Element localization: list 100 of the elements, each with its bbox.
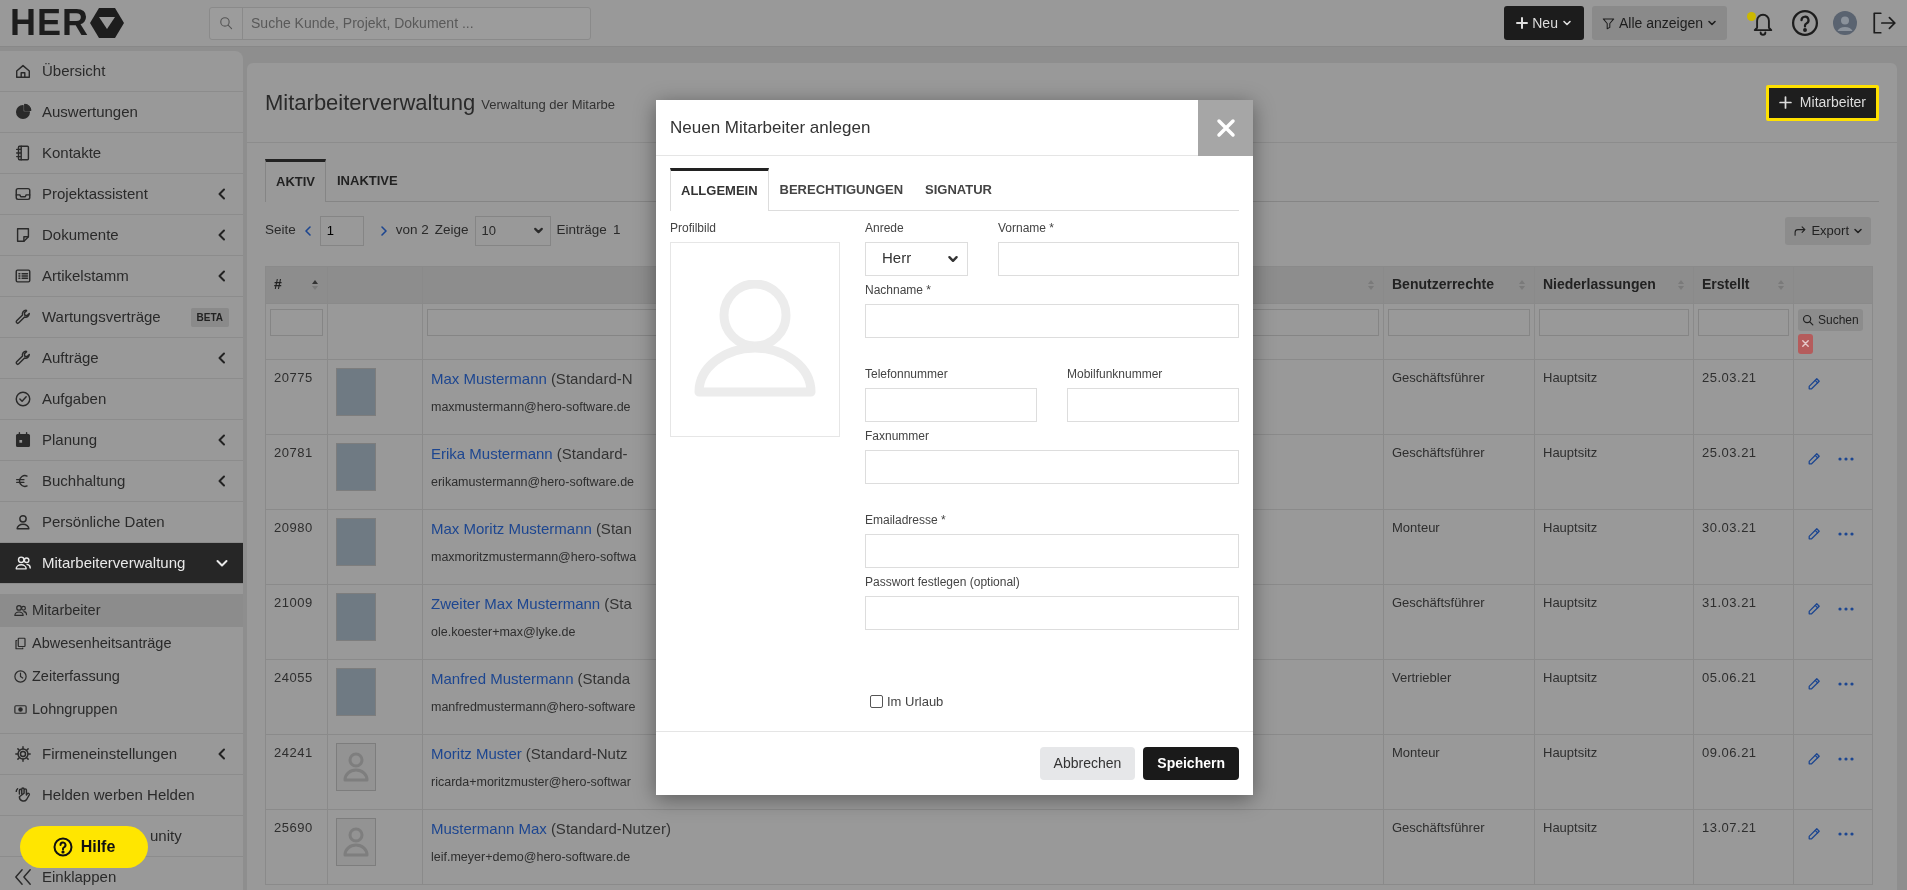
person-icon xyxy=(14,513,32,531)
input-field[interactable] xyxy=(865,303,1239,338)
beta-badge: BETA xyxy=(190,307,229,327)
more-icon[interactable] xyxy=(1838,456,1854,461)
employee-name-link[interactable]: Manfred Mustermann xyxy=(431,667,574,690)
input-field[interactable] xyxy=(865,449,1239,484)
sidebar-item[interactable]: Projektassistent xyxy=(14,185,148,203)
pencil-icon[interactable] xyxy=(1806,675,1822,692)
search-button[interactable]: Suchen xyxy=(1798,308,1863,331)
caret-icon xyxy=(1707,18,1717,28)
field-label: Telefonnummer xyxy=(865,365,949,383)
photo-placeholder xyxy=(336,592,376,641)
sidebar-item[interactable]: Aufgaben xyxy=(14,390,107,408)
pencil-icon[interactable] xyxy=(1806,450,1822,467)
submenu-item[interactable]: Lohngruppen xyxy=(0,693,243,726)
sidebar-item[interactable]: Auswertungen xyxy=(14,103,138,121)
column-header: # xyxy=(274,275,282,294)
cancel-button[interactable]: Abbrechen xyxy=(1039,747,1136,780)
employee-name-link[interactable]: Max Moritz Mustermann xyxy=(431,517,592,540)
banknote-icon xyxy=(13,702,28,717)
sidebar-item[interactable]: Wartungsverträge xyxy=(14,308,161,326)
table-cell: Hauptsitz xyxy=(1534,809,1694,884)
pencil-icon[interactable] xyxy=(1806,600,1822,617)
employee-name-link[interactable]: Zweiter Max Mustermann xyxy=(431,592,601,615)
table-cell: Geschäftsführer xyxy=(1383,584,1535,659)
avatar-icon[interactable] xyxy=(1833,11,1857,35)
tab[interactable]: AKTIV xyxy=(265,159,326,202)
salutation-select[interactable]: Herr xyxy=(865,241,968,276)
sidebar-item[interactable]: Persönliche Daten xyxy=(14,513,165,531)
help-button[interactable]: Hilfe xyxy=(20,826,148,868)
table-cell: Geschäftsführer xyxy=(1383,359,1535,434)
tab[interactable]: BERECHTIGUNGEN xyxy=(768,168,915,210)
sidebar-item[interactable]: Dokumente xyxy=(14,226,119,244)
export-button[interactable]: Export xyxy=(1785,216,1871,245)
page-size-select[interactable]: 10 xyxy=(474,215,551,246)
pencil-icon[interactable] xyxy=(1806,750,1822,767)
submenu-item[interactable]: Abwesenheitsanträge xyxy=(0,627,243,660)
people-icon xyxy=(13,603,28,618)
table-cell: 31.03.21 xyxy=(1693,584,1794,659)
submenu-item[interactable]: Mitarbeiter xyxy=(0,594,243,627)
more-icon[interactable] xyxy=(1838,531,1854,536)
vacation-checkbox[interactable]: Im Urlaub xyxy=(870,691,944,711)
sidebar-item[interactable]: Planung xyxy=(14,431,98,449)
employee-name-link[interactable]: Erika Mustermann xyxy=(431,442,553,465)
sidebar-item[interactable]: Einklappen xyxy=(14,868,117,886)
column-header: Benutzerrechte xyxy=(1392,275,1494,294)
role-text: (Standard-N xyxy=(550,368,633,389)
input-field[interactable] xyxy=(865,533,1239,568)
search-bar[interactable]: Suche Kunde, Projekt, Dokument ... xyxy=(209,6,591,40)
employee-name-link[interactable]: Max Mustermann xyxy=(431,367,547,390)
pie-chart-icon xyxy=(14,103,32,121)
pencil-icon[interactable] xyxy=(1806,825,1822,842)
more-icon[interactable] xyxy=(1838,756,1854,761)
table-cell: 13.07.21 xyxy=(1693,809,1794,884)
sidebar-item[interactable]: Aufträge xyxy=(14,349,99,367)
tab[interactable]: SIGNATUR xyxy=(914,168,1003,210)
more-icon[interactable] xyxy=(1838,681,1854,686)
input-field[interactable] xyxy=(998,241,1239,276)
table-cell: Hauptsitz xyxy=(1534,584,1694,659)
save-button[interactable]: Speichern xyxy=(1143,747,1239,780)
table-cell: 21009 xyxy=(265,584,328,659)
tab[interactable]: ALLGEMEIN xyxy=(670,168,769,211)
sidebar-item[interactable]: Kontakte xyxy=(14,144,102,162)
sidebar-item[interactable]: Firmeneinstellungen xyxy=(14,745,178,763)
submenu-item[interactable]: Zeiterfassung xyxy=(0,660,243,693)
input-field[interactable] xyxy=(865,387,1037,422)
role-text: (Standard- xyxy=(556,443,628,464)
search-field[interactable]: Suche Kunde, Projekt, Dokument ... xyxy=(243,12,590,34)
sidebar-item[interactable]: Artikelstamm xyxy=(14,267,129,285)
more-icon[interactable] xyxy=(1838,606,1854,611)
sidebar-item[interactable]: Helden werben Helden xyxy=(14,786,195,804)
people-icon xyxy=(14,554,32,572)
logo-text: HER xyxy=(10,5,89,41)
close-button[interactable] xyxy=(1198,99,1253,156)
add-employee-button[interactable]: Mitarbeiter xyxy=(1765,84,1879,121)
page-field[interactable]: 1 xyxy=(319,215,364,246)
clear-filter-button[interactable] xyxy=(1798,333,1813,354)
help-icon[interactable] xyxy=(1791,9,1819,37)
more-icon[interactable] xyxy=(1838,831,1854,836)
table-cell: 20775 xyxy=(265,359,328,434)
table-cell: Hauptsitz xyxy=(1534,359,1694,434)
employee-name-link[interactable]: Mustermann Max xyxy=(431,817,547,840)
logout-icon[interactable] xyxy=(1871,11,1897,35)
sidebar-item[interactable]: unity xyxy=(150,827,182,845)
tab[interactable]: INAKTIVE xyxy=(326,159,409,201)
entries-count: 1 xyxy=(612,221,621,240)
pencil-icon[interactable] xyxy=(1806,375,1822,392)
plus-icon xyxy=(1516,17,1529,29)
table-cell: 25.03.21 xyxy=(1693,434,1794,509)
funnel-icon xyxy=(1601,16,1615,30)
sidebar-item[interactable]: Buchhaltung xyxy=(14,472,126,490)
sort-icon[interactable] xyxy=(311,278,319,291)
filter-button[interactable]: Alle anzeigen xyxy=(1591,6,1727,40)
new-button[interactable]: Neu xyxy=(1504,6,1584,40)
sidebar-item[interactable]: Übersicht xyxy=(14,62,106,80)
input-field[interactable] xyxy=(1067,387,1239,422)
employee-name-link[interactable]: Moritz Muster xyxy=(431,742,522,765)
pencil-icon[interactable] xyxy=(1806,525,1822,542)
table-cell: 25.03.21 xyxy=(1693,359,1794,434)
input-field[interactable] xyxy=(865,595,1239,630)
